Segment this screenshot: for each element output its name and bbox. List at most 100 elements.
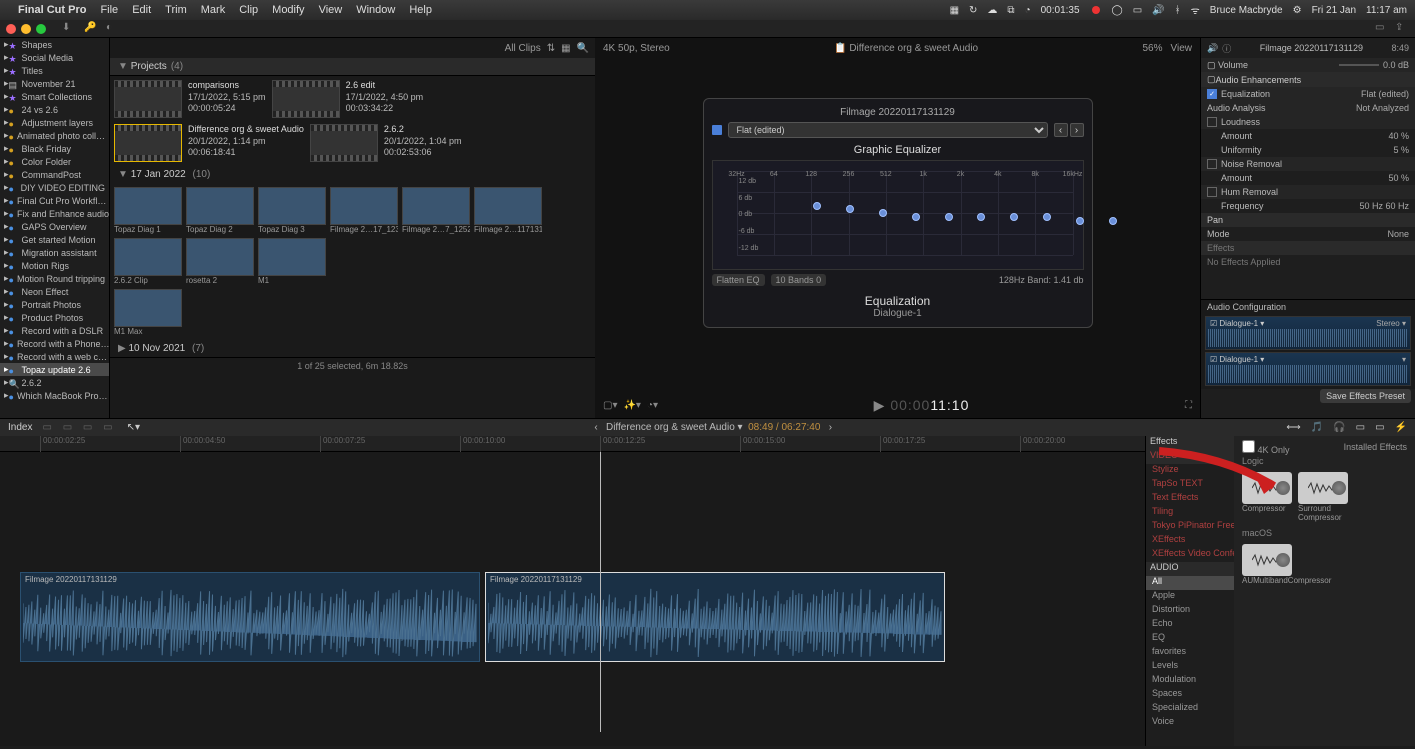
effect-category[interactable]: Distortion bbox=[1146, 604, 1234, 618]
volume-toggle-icon[interactable]: ▢ bbox=[1207, 60, 1216, 71]
eq-band-point[interactable] bbox=[1076, 217, 1084, 225]
audio-tab-icon[interactable]: 🔊 bbox=[1207, 43, 1218, 54]
menu-mark[interactable]: Mark bbox=[201, 4, 225, 16]
effect-category[interactable]: Specialized bbox=[1146, 702, 1234, 716]
zoom-label[interactable]: 56% bbox=[1142, 43, 1162, 54]
effect-category[interactable]: Levels bbox=[1146, 660, 1234, 674]
effect-category[interactable]: Echo bbox=[1146, 618, 1234, 632]
eq-band-point[interactable] bbox=[879, 209, 887, 217]
cloud-icon[interactable]: ☁ bbox=[987, 5, 997, 16]
effect-category[interactable]: Spaces bbox=[1146, 688, 1234, 702]
date-section-1[interactable]: ▼ 17 Jan 2022 (10) bbox=[110, 166, 595, 183]
clip-thumbnail[interactable]: Topaz Diag 3 bbox=[258, 187, 326, 234]
refresh-icon[interactable]: ↻ bbox=[969, 5, 977, 16]
sidebar-item[interactable]: ▸🔍2.6.2 bbox=[0, 376, 109, 389]
user-name[interactable]: Bruce Macbryde bbox=[1210, 5, 1283, 16]
timeline-audio-clip[interactable]: Filmage 20220117131129 bbox=[485, 572, 945, 662]
project-card[interactable]: comparisons17/1/2022, 5:15 pm00:00:05:24 bbox=[114, 80, 266, 118]
effect-category[interactable]: Tokyo PiPinator Free bbox=[1146, 520, 1234, 534]
clip-thumbnail[interactable]: M1 Max bbox=[114, 289, 182, 336]
playhead[interactable] bbox=[600, 452, 601, 732]
clip-thumbnail[interactable]: Filmage 2…17_123051 bbox=[330, 187, 398, 234]
zoom-window-button[interactable] bbox=[36, 24, 46, 34]
clip-thumbnail[interactable]: Topaz Diag 1 bbox=[114, 187, 182, 234]
tl-tool-1[interactable]: ⟷ bbox=[1286, 422, 1300, 433]
sidebar-item[interactable]: ▸●Final Cut Pro Workfl… bbox=[0, 194, 109, 207]
sidebar-item[interactable]: ▸●Adjustment layers bbox=[0, 116, 109, 129]
clip-thumbnail[interactable]: rosetta 2 bbox=[186, 238, 254, 285]
filter-toggle-icon[interactable]: ⇅ bbox=[547, 43, 555, 54]
date-section-2[interactable]: ▶ 10 Nov 2021 (7) bbox=[110, 340, 595, 357]
sidebar-item[interactable]: ▸●Motion Rigs bbox=[0, 259, 109, 272]
menu-help[interactable]: Help bbox=[409, 4, 432, 16]
layout-icon[interactable]: ▭ bbox=[1375, 22, 1389, 36]
timeline-tracks[interactable]: Filmage 20220117131129Filmage 2022011713… bbox=[0, 452, 1145, 732]
sidebar-item[interactable]: ▸●Fix and Enhance audio bbox=[0, 207, 109, 220]
eq-prev-button[interactable]: ‹ bbox=[1054, 123, 1068, 137]
inspector-row[interactable]: Loudness bbox=[1201, 115, 1415, 129]
view-menu[interactable]: View bbox=[1171, 43, 1193, 54]
arrow-tool-icon[interactable]: ↖▾ bbox=[127, 422, 140, 433]
time[interactable]: 11:17 am bbox=[1366, 5, 1407, 16]
sidebar-item[interactable]: ▸★Shapes bbox=[0, 38, 109, 51]
clip-thumbnail[interactable]: 2.6.2 Clip bbox=[114, 238, 182, 285]
clip-thumbnail[interactable]: M1 bbox=[258, 238, 326, 285]
effect-category[interactable]: Voice bbox=[1146, 716, 1234, 730]
status-icon[interactable]: ▦ bbox=[950, 5, 959, 16]
effect-category[interactable]: favorites bbox=[1146, 646, 1234, 660]
eq-next-button[interactable]: › bbox=[1070, 123, 1084, 137]
eq-band-point[interactable] bbox=[912, 213, 920, 221]
tl-tool-6[interactable]: ⚡ bbox=[1395, 422, 1407, 433]
sidebar-item[interactable]: ▸●Record with a web c… bbox=[0, 350, 109, 363]
search-icon[interactable]: 🔍 bbox=[577, 43, 589, 54]
eq-preset-select[interactable]: Flat (edited) bbox=[728, 122, 1048, 138]
checkbox[interactable] bbox=[1207, 117, 1217, 127]
tl-tool-3[interactable]: 🎧 bbox=[1333, 422, 1345, 433]
sidebar-item[interactable]: ▸●24 vs 2.6 bbox=[0, 103, 109, 116]
camera-icon[interactable]: ⧉ bbox=[1007, 5, 1014, 16]
clip-thumbnail[interactable]: Filmage 2…7_125240 bbox=[402, 187, 470, 234]
tl-tool-5[interactable]: ▭ bbox=[1375, 422, 1384, 433]
sidebar-item[interactable]: ▸★Social Media bbox=[0, 51, 109, 64]
record-icon[interactable] bbox=[1092, 6, 1100, 14]
effect-category[interactable]: EQ bbox=[1146, 632, 1234, 646]
checkbox[interactable] bbox=[1207, 159, 1217, 169]
audio-config-track[interactable]: ☑ Dialogue-1 ▾ ▾ bbox=[1205, 352, 1411, 386]
import-icon[interactable]: ⬇ bbox=[62, 22, 76, 36]
checkbox[interactable] bbox=[1207, 89, 1217, 99]
eq-band-point[interactable] bbox=[846, 205, 854, 213]
index-button[interactable]: Index bbox=[8, 422, 32, 433]
volume-slider[interactable] bbox=[1339, 64, 1379, 66]
bg-tasks-icon[interactable]: ◐ bbox=[106, 22, 120, 36]
save-effects-preset-button[interactable]: Save Effects Preset bbox=[1320, 389, 1411, 403]
enhance-icon[interactable]: ✨▾ bbox=[623, 400, 640, 411]
eq-band-point[interactable] bbox=[1109, 217, 1117, 225]
fullscreen-icon[interactable]: ⛶ bbox=[1185, 400, 1192, 411]
sidebar-item[interactable]: ▸▤November 21 bbox=[0, 77, 109, 90]
info-tab-icon[interactable]: ⓘ bbox=[1222, 42, 1231, 55]
eq-graph[interactable]: 32Hz641282565121k2k4k8k16kHz12 db6 db0 d… bbox=[712, 160, 1084, 270]
effect-item[interactable]: AUMultibandCompressor bbox=[1242, 544, 1292, 585]
inspector-row[interactable]: Noise Removal bbox=[1201, 157, 1415, 171]
inspector-row[interactable]: Uniformity5 % bbox=[1201, 143, 1415, 157]
project-card[interactable]: 2.6.220/1/2022, 1:04 pm00:02:53:06 bbox=[310, 124, 462, 162]
menu-modify[interactable]: Modify bbox=[272, 4, 304, 16]
sidebar-item[interactable]: ▸★Smart Collections bbox=[0, 90, 109, 103]
effect-category[interactable]: XEffects bbox=[1146, 534, 1234, 548]
date[interactable]: Fri 21 Jan bbox=[1312, 5, 1356, 16]
inspector-row[interactable]: Hum Removal bbox=[1201, 185, 1415, 199]
grid-icon[interactable]: ▦ bbox=[561, 43, 570, 54]
menu-edit[interactable]: Edit bbox=[132, 4, 151, 16]
effect-category[interactable]: XEffects Video Conferen… bbox=[1146, 548, 1234, 562]
tl-tool-4[interactable]: ▭ bbox=[1356, 422, 1365, 433]
display-icon[interactable]: ▭ bbox=[1133, 5, 1142, 16]
sidebar-item[interactable]: ▸●GAPS Overview bbox=[0, 220, 109, 233]
menu-file[interactable]: File bbox=[100, 4, 118, 16]
inspector-row[interactable]: Frequency50 Hz 60 Hz bbox=[1201, 199, 1415, 213]
effect-category[interactable]: All bbox=[1146, 576, 1234, 590]
volume-icon[interactable]: 🔊 bbox=[1152, 5, 1164, 16]
compass-icon[interactable]: ◔ bbox=[1025, 5, 1031, 16]
eq-band-point[interactable] bbox=[813, 202, 821, 210]
sidebar-item[interactable]: ▸●Get started Motion bbox=[0, 233, 109, 246]
tool-icons[interactable]: ▭ ▭ ▭ ▭ bbox=[42, 422, 116, 433]
